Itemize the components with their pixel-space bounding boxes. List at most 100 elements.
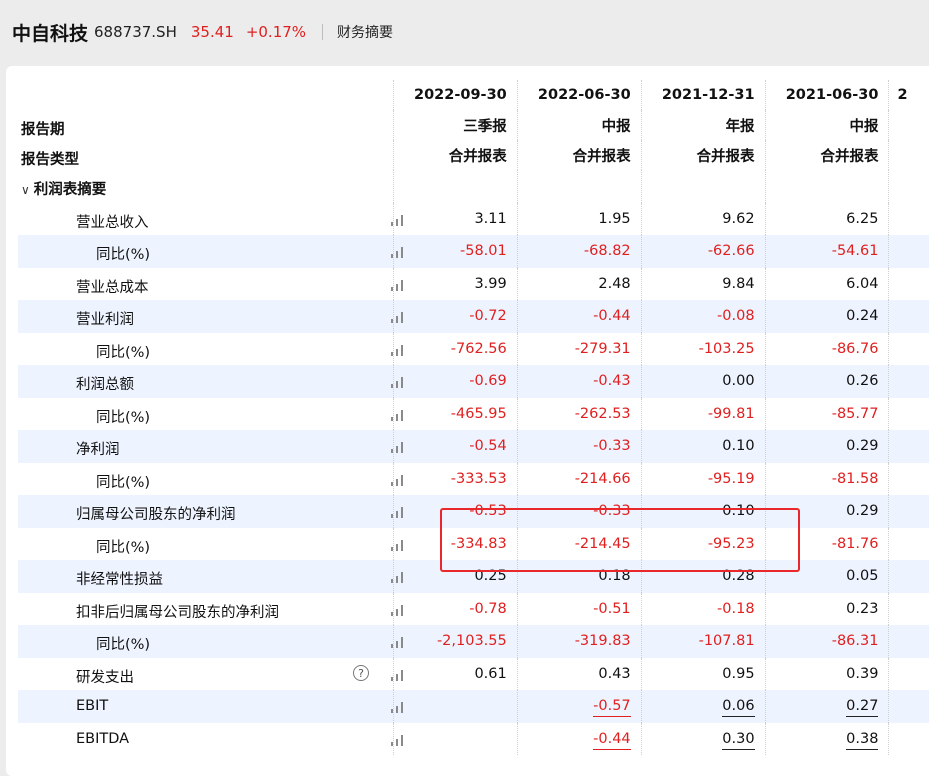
table-cell: -0.33 bbox=[516, 495, 642, 528]
table-cell: 0.38 bbox=[764, 722, 889, 755]
table-cell: 0.06 bbox=[640, 690, 766, 723]
bar-chart-icon[interactable] bbox=[390, 376, 406, 388]
bar-chart-icon[interactable] bbox=[390, 214, 406, 226]
table-cell: -0.57 bbox=[516, 690, 642, 723]
table-cell: 0.00 bbox=[640, 365, 766, 398]
bar-chart-icon[interactable] bbox=[390, 701, 406, 713]
table-cell: -2,103.55 bbox=[392, 625, 518, 658]
table-cell: 合并报表 bbox=[392, 140, 518, 170]
cell-value[interactable]: -0.44 bbox=[593, 730, 631, 750]
bar-chart-icon[interactable] bbox=[390, 604, 406, 616]
table-cell: 0.29 bbox=[764, 495, 889, 528]
financial-summary-table: 2022-09-30 2022-06-30 2021-12-31 2021-06… bbox=[18, 80, 929, 755]
table-cell: -0.78 bbox=[392, 592, 518, 625]
bar-chart-icon[interactable] bbox=[390, 734, 406, 746]
table-cell: 0.25 bbox=[392, 560, 518, 593]
stock-code: 688737.SH bbox=[94, 23, 177, 41]
table-cell: -319.83 bbox=[516, 625, 642, 658]
section-title[interactable]: 财务摘要 bbox=[337, 22, 393, 42]
section-row-income-statement[interactable]: ∨ 利润表摘要 bbox=[18, 170, 929, 203]
table-row: EBITDA -0.44 0.30 0.38 bbox=[18, 722, 929, 755]
table-row: 同比(%) -58.01 -68.82 -62.66 -54.61 bbox=[18, 235, 929, 268]
cell-value[interactable]: 0.06 bbox=[722, 698, 755, 718]
column-header-date[interactable]: 2021-06-30 bbox=[764, 80, 889, 110]
financial-summary-panel: 2022-09-30 2022-06-30 2021-12-31 2021-06… bbox=[6, 66, 929, 776]
cell-value[interactable]: 0.27 bbox=[846, 698, 879, 718]
cell-value[interactable]: 0.38 bbox=[846, 730, 879, 750]
table-cell: 合并报表 bbox=[516, 140, 642, 170]
bar-chart-icon[interactable] bbox=[390, 669, 406, 681]
table-cell: 2.48 bbox=[516, 267, 642, 300]
bar-chart-icon[interactable] bbox=[390, 474, 406, 486]
bar-chart-icon[interactable] bbox=[390, 506, 406, 518]
column-header-date[interactable]: 2022-09-30 bbox=[392, 80, 518, 110]
row-label: 同比(%) bbox=[96, 409, 151, 426]
table-cell: -0.08 bbox=[640, 300, 766, 333]
table-row: 同比(%) -762.56 -279.31 -103.25 -86.76 bbox=[18, 332, 929, 365]
row-label: 非经常性损益 bbox=[76, 572, 163, 588]
cell-value[interactable]: 0.30 bbox=[722, 730, 755, 750]
table-row: 归属母公司股东的净利润 -0.53 -0.33 0.10 0.29 bbox=[18, 495, 929, 528]
table-cell: 合并报表 bbox=[764, 140, 889, 170]
table-cell: 0.95 bbox=[640, 657, 766, 690]
stock-header: 中自科技 688737.SH 35.41 +0.17% 财务摘要 bbox=[0, 0, 929, 64]
table-cell: 0.43 bbox=[516, 657, 642, 690]
bar-chart-icon[interactable] bbox=[390, 311, 406, 323]
table-cell: -0.44 bbox=[516, 722, 642, 755]
column-header-date-cut: 2 bbox=[888, 80, 929, 110]
table-row: 营业总收入 3.11 1.95 9.62 6.25 bbox=[18, 202, 929, 235]
table-cell: -95.23 bbox=[640, 527, 766, 560]
section-label: 利润表摘要 bbox=[33, 182, 107, 198]
table-cell: -0.69 bbox=[392, 365, 518, 398]
table-cell: 0.05 bbox=[764, 560, 889, 593]
table-cell: -86.76 bbox=[764, 332, 889, 365]
column-header-date[interactable]: 2022-06-30 bbox=[516, 80, 642, 110]
row-label: 净利润 bbox=[76, 442, 120, 458]
table-cell: -81.76 bbox=[764, 527, 889, 560]
table-cell: -81.58 bbox=[764, 462, 889, 495]
row-label: 扣非后归属母公司股东的净利润 bbox=[76, 604, 279, 621]
table-cell: -262.53 bbox=[516, 397, 642, 430]
row-label: 同比(%) bbox=[96, 539, 151, 556]
table-cell: 合并报表 bbox=[640, 140, 766, 170]
help-icon[interactable]: ? bbox=[353, 664, 369, 681]
table-cell: 6.25 bbox=[764, 202, 889, 235]
bar-chart-icon[interactable] bbox=[390, 246, 406, 258]
table-cell: 0.30 bbox=[640, 722, 766, 755]
table-cell bbox=[392, 722, 518, 755]
table-cell: -0.33 bbox=[516, 430, 642, 463]
row-label: EBIT bbox=[76, 698, 109, 714]
cell-value[interactable]: -0.57 bbox=[593, 698, 631, 718]
bar-chart-icon[interactable] bbox=[390, 409, 406, 421]
row-label: 报告期 bbox=[21, 122, 65, 138]
bar-chart-icon[interactable] bbox=[390, 344, 406, 356]
bar-chart-icon[interactable] bbox=[390, 571, 406, 583]
bar-chart-icon[interactable] bbox=[390, 441, 406, 453]
header-divider bbox=[322, 24, 324, 40]
table-cell: -103.25 bbox=[640, 332, 766, 365]
table-cell: 中报 bbox=[764, 110, 889, 140]
table-cell: -62.66 bbox=[640, 235, 766, 268]
table-cell: -465.95 bbox=[392, 397, 518, 430]
table-cell: -214.66 bbox=[516, 462, 642, 495]
table-row: 同比(%) -333.53 -214.66 -95.19 -81.58 bbox=[18, 462, 929, 495]
bar-chart-icon[interactable] bbox=[390, 636, 406, 648]
table-cell: 1.95 bbox=[516, 202, 642, 235]
table-cell: -762.56 bbox=[392, 332, 518, 365]
table-cell: -214.45 bbox=[516, 527, 642, 560]
table-cell: -0.18 bbox=[640, 592, 766, 625]
column-header-date[interactable]: 2021-12-31 bbox=[640, 80, 766, 110]
table-cell: -107.81 bbox=[640, 625, 766, 658]
bar-chart-icon[interactable] bbox=[390, 539, 406, 551]
table-cell: 0.39 bbox=[764, 657, 889, 690]
chevron-down-icon[interactable]: ∨ bbox=[21, 183, 30, 197]
row-label: 同比(%) bbox=[96, 344, 151, 361]
table-cell: 0.23 bbox=[764, 592, 889, 625]
table-cell: 0.27 bbox=[764, 690, 889, 723]
table-cell: 3.11 bbox=[392, 202, 518, 235]
table-cell: 0.26 bbox=[764, 365, 889, 398]
table-row: EBIT -0.57 0.06 0.27 bbox=[18, 690, 929, 723]
bar-chart-icon[interactable] bbox=[390, 279, 406, 291]
table-cell: 9.62 bbox=[640, 202, 766, 235]
table-row: 研发支出? 0.61 0.43 0.95 0.39 bbox=[18, 657, 929, 690]
